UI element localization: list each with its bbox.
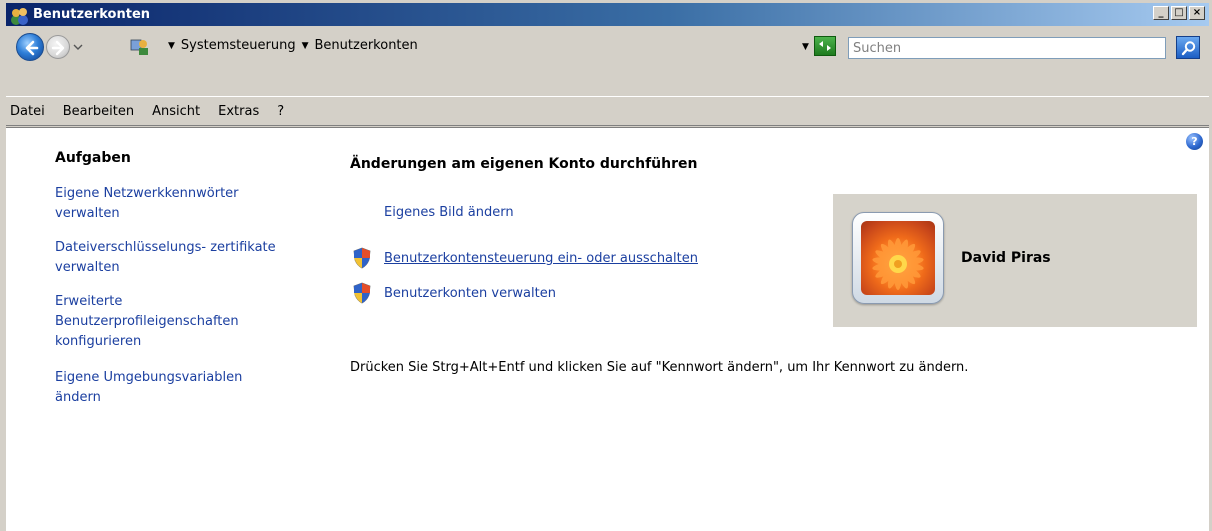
avatar[interactable] [852, 212, 944, 304]
window: Benutzerkonten _ □ × ▼ Systemsteuerung ▼… [0, 0, 1212, 531]
user-accounts-icon [11, 6, 29, 24]
uac-shield-icon [353, 282, 371, 304]
maximize-button[interactable]: □ [1171, 6, 1187, 20]
breadcrumb: ▼ Systemsteuerung ▼ Benutzerkonten [168, 38, 418, 53]
menu-bearbeiten[interactable]: Bearbeiten [54, 104, 143, 119]
action-label: Benutzerkontensteuerung ein- oder aussch… [384, 250, 698, 266]
action-manage-accounts[interactable]: Benutzerkonten verwalten [352, 282, 556, 304]
action-label: Eigenes Bild ändern [384, 205, 514, 220]
window-controls: _ □ × [1151, 6, 1205, 20]
close-button[interactable]: × [1189, 6, 1205, 20]
tasks-heading: Aufgaben [55, 150, 131, 166]
flower-user-picture [861, 221, 935, 295]
search-icon [1181, 41, 1196, 56]
menu-ansicht[interactable]: Ansicht [143, 104, 209, 119]
arrow-right-icon [51, 40, 65, 56]
menu-help[interactable]: ? [268, 104, 293, 119]
address-bar: ▼ Systemsteuerung ▼ Benutzerkonten ▼ [6, 27, 1209, 67]
breadcrumb-systemsteuerung[interactable]: Systemsteuerung [181, 38, 296, 53]
task-link-network-passwords[interactable]: Eigene Netzwerkkennwörter verwalten [55, 184, 285, 224]
refresh-icon [819, 41, 831, 51]
refresh-button[interactable] [814, 36, 836, 56]
uac-shield-icon [353, 247, 371, 269]
menu-bar: Datei Bearbeiten Ansicht Extras ? [6, 96, 1209, 126]
task-link-encryption-certificates[interactable]: Dateiverschlüsselungs- zertifikate verwa… [55, 238, 305, 278]
action-toggle-uac[interactable]: Benutzerkontensteuerung ein- oder aussch… [352, 247, 698, 269]
action-label: Benutzerkonten verwalten [384, 285, 556, 301]
search-input[interactable] [848, 37, 1166, 59]
arrow-left-icon [25, 40, 39, 56]
forward-button[interactable] [46, 35, 70, 59]
recent-pages-dropdown-icon[interactable] [73, 42, 83, 52]
breadcrumb-benutzerkonten[interactable]: Benutzerkonten [315, 38, 418, 53]
help-icon[interactable]: ? [1186, 133, 1203, 150]
breadcrumb-arrow-icon[interactable]: ▼ [302, 41, 309, 51]
password-hint: Drücken Sie Strg+Alt+Entf und klicken Si… [350, 360, 969, 375]
address-dropdown-icon[interactable]: ▼ [802, 42, 809, 52]
task-link-profile-properties[interactable]: Erweiterte Benutzerprofileigenschaften k… [55, 292, 265, 352]
menu-datei[interactable]: Datei [6, 104, 54, 119]
back-button[interactable] [16, 33, 44, 61]
task-link-environment-variables[interactable]: Eigene Umgebungsvariablen ändern [55, 368, 275, 408]
user-panel: David Piras [833, 194, 1197, 327]
content-pane: ? Aufgaben Eigene Netzwerkkennwörter ver… [6, 127, 1209, 531]
menu-extras[interactable]: Extras [209, 104, 268, 119]
title-bar[interactable]: Benutzerkonten _ □ × [6, 3, 1209, 26]
search-button[interactable] [1176, 36, 1200, 59]
window-title: Benutzerkonten [33, 7, 151, 22]
breadcrumb-arrow-icon[interactable]: ▼ [168, 41, 175, 51]
page-title: Änderungen am eigenen Konto durchführen [350, 156, 698, 172]
action-change-picture[interactable]: Eigenes Bild ändern [384, 205, 514, 220]
minimize-button[interactable]: _ [1153, 6, 1169, 20]
control-panel-icon [130, 39, 148, 55]
user-name: David Piras [961, 250, 1051, 266]
